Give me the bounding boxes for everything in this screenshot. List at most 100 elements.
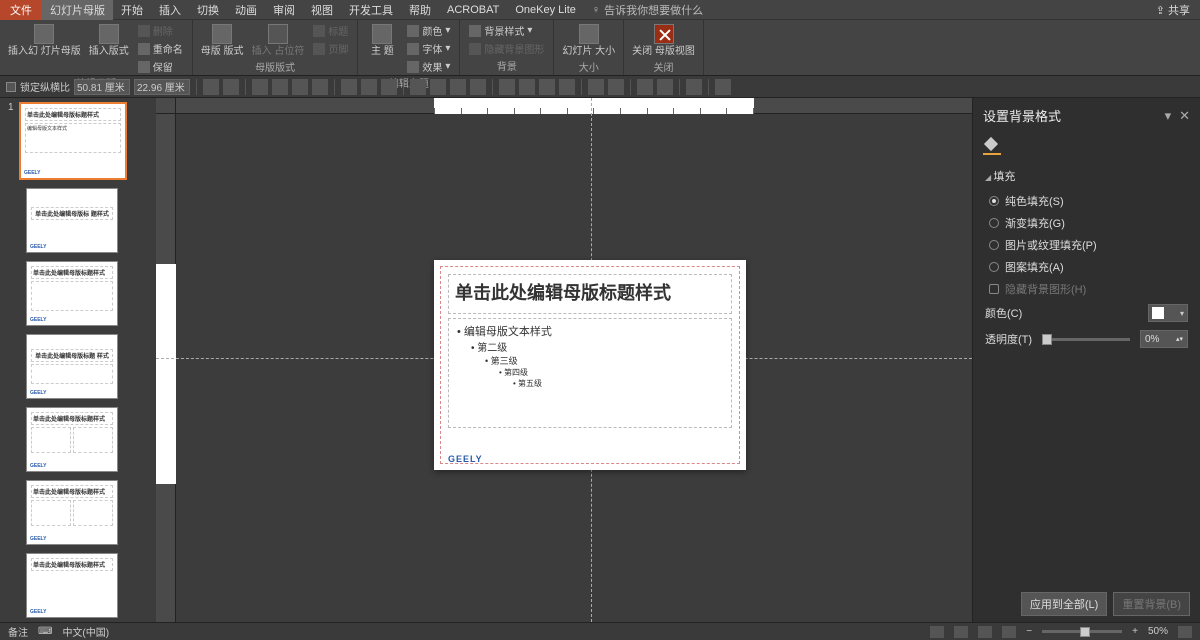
insert-slide-master-button[interactable]: 插入幻 灯片母版: [6, 22, 83, 59]
tool-icon[interactable]: [470, 79, 486, 95]
zoom-value[interactable]: 50%: [1148, 626, 1168, 637]
radio-icon: [989, 218, 999, 228]
transparency-slider[interactable]: [1042, 338, 1130, 341]
title-placeholder[interactable]: 单击此处编辑母版标题样式: [448, 274, 732, 314]
layout-thumbnail[interactable]: 单击此处编辑母版标 题样式GEELY: [26, 188, 148, 253]
panel-dropdown-icon[interactable]: ▾: [1165, 108, 1172, 124]
tab-insert[interactable]: 插入: [151, 0, 189, 20]
solid-fill-radio[interactable]: 纯色填充(S): [985, 190, 1188, 212]
tool-icon[interactable]: [637, 79, 653, 95]
apply-all-button[interactable]: 应用到全部(L): [1021, 592, 1107, 616]
slide-size-button[interactable]: 幻灯片 大小: [560, 22, 617, 59]
tool-icon[interactable]: [539, 79, 555, 95]
ribbon-group-edit-master: 插入幻 灯片母版 插入版式 删除 重命名 保留 编辑母版: [0, 20, 193, 75]
layout-thumbnail[interactable]: 单击此处编辑母版标题样式GEELY: [26, 407, 148, 472]
tab-animations[interactable]: 动画: [227, 0, 265, 20]
tab-transitions[interactable]: 切换: [189, 0, 227, 20]
tool-icon[interactable]: [559, 79, 575, 95]
picture-fill-radio[interactable]: 图片或纹理填充(P): [985, 234, 1188, 256]
status-notes[interactable]: 备注: [8, 624, 28, 639]
tab-view[interactable]: 视图: [303, 0, 341, 20]
tool-icon[interactable]: [292, 79, 308, 95]
themes-button[interactable]: 主 题: [364, 22, 400, 59]
color-picker-button[interactable]: ▾: [1148, 304, 1188, 322]
tool-icon[interactable]: [381, 79, 397, 95]
tab-review[interactable]: 审阅: [265, 0, 303, 20]
tool-icon[interactable]: [499, 79, 515, 95]
effects-button[interactable]: 效果 ▾: [404, 58, 453, 75]
view-normal-icon[interactable]: [930, 626, 944, 638]
group-background-label: 背景: [466, 58, 547, 73]
tool-icon[interactable]: [341, 79, 357, 95]
tool-icon[interactable]: [252, 79, 268, 95]
tool-icon[interactable]: [715, 79, 731, 95]
tool-icon[interactable]: [608, 79, 624, 95]
hide-bg-graphics-checkbox: 隐藏背景图形(H): [985, 278, 1188, 300]
tool-icon[interactable]: [519, 79, 535, 95]
tool-icon[interactable]: [686, 79, 702, 95]
tab-slide-master[interactable]: 幻灯片母版: [42, 0, 113, 20]
fit-window-icon[interactable]: [1178, 626, 1192, 638]
layout-thumbnail[interactable]: 单击此处编辑母版标题样式GEELY: [26, 480, 148, 545]
layout-thumbnail[interactable]: 单击此处编辑母版标题样式GEELY: [26, 261, 148, 326]
status-language[interactable]: 中文(中国): [62, 624, 109, 639]
redo-icon[interactable]: [223, 79, 239, 95]
undo-icon[interactable]: [203, 79, 219, 95]
slider-thumb[interactable]: [1080, 627, 1090, 637]
layout-thumbnail[interactable]: 单击此处编辑母版标题样式GEELY: [26, 553, 148, 618]
fill-bucket-icon[interactable]: [983, 137, 1001, 155]
tab-acrobat[interactable]: ACROBAT: [439, 0, 507, 20]
zoom-slider[interactable]: [1042, 630, 1122, 633]
rename-button[interactable]: 重命名: [135, 40, 186, 57]
preserve-button[interactable]: 保留: [135, 58, 186, 75]
file-tab[interactable]: 文件: [0, 0, 42, 20]
share-button[interactable]: ⇪ 共享: [1146, 2, 1200, 18]
thumb-body: [31, 500, 71, 526]
master-layout-button[interactable]: 母版 版式: [199, 22, 246, 59]
zoom-out-button[interactable]: −: [1026, 626, 1032, 637]
width-input[interactable]: 50.81 厘米: [74, 79, 130, 95]
panel-close-icon[interactable]: ✕: [1179, 108, 1190, 124]
panel-body: 填充 纯色填充(S) 渐变填充(G) 图片或纹理填充(P) 图案填充(A) 隐藏…: [973, 162, 1200, 358]
tab-home[interactable]: 开始: [113, 0, 151, 20]
slide-master[interactable]: 单击此处编辑母版标题样式 编辑母版文本样式 第二级 第三级 第四级 第五级 GE…: [434, 260, 746, 470]
zoom-in-button[interactable]: +: [1132, 626, 1138, 637]
view-reading-icon[interactable]: [978, 626, 992, 638]
colors-button[interactable]: 颜色 ▾: [404, 22, 453, 39]
tool-icon[interactable]: [450, 79, 466, 95]
lock-ratio-checkbox[interactable]: [6, 82, 16, 92]
tool-icon[interactable]: [588, 79, 604, 95]
fonts-button[interactable]: 字体 ▾: [404, 40, 453, 57]
insert-layout-button[interactable]: 插入版式: [87, 22, 131, 59]
pattern-fill-radio[interactable]: 图案填充(A): [985, 256, 1188, 278]
close-master-view-button[interactable]: 关闭 母版视图: [630, 22, 697, 59]
bg-styles-button[interactable]: 背景样式 ▾: [466, 22, 547, 39]
tool-icon[interactable]: [272, 79, 288, 95]
layout-thumbnail[interactable]: 单击此处编辑母版标题 样式GEELY: [26, 334, 148, 399]
tab-developer[interactable]: 开发工具: [341, 0, 401, 20]
delete-button: 删除: [135, 22, 186, 39]
chevron-down-icon: ▾: [1180, 309, 1184, 318]
preserve-icon: [138, 61, 150, 73]
tool-icon[interactable]: [312, 79, 328, 95]
tool-icon[interactable]: [361, 79, 377, 95]
tab-onekey[interactable]: OneKey Lite: [507, 0, 584, 20]
slider-thumb[interactable]: [1042, 334, 1052, 345]
fill-section-header[interactable]: 填充: [985, 168, 1188, 184]
tell-me-search[interactable]: ♀ 告诉我你想要做什么: [584, 2, 711, 18]
spinner-icon[interactable]: ▴▾: [1176, 335, 1183, 343]
slide-canvas-area[interactable]: 单击此处编辑母版标题样式 编辑母版文本样式 第二级 第三级 第四级 第五级 GE…: [156, 98, 972, 622]
height-input[interactable]: 22.96 厘米: [134, 79, 190, 95]
view-slideshow-icon[interactable]: [1002, 626, 1016, 638]
body-level-2: 第二级: [457, 339, 723, 354]
tool-icon[interactable]: [410, 79, 426, 95]
gradient-fill-radio[interactable]: 渐变填充(G): [985, 212, 1188, 234]
transparency-input[interactable]: 0%▴▾: [1140, 330, 1188, 348]
thumbnail-panel[interactable]: 1 单击此处编辑母版标题样式 编辑母版文本样式 GEELY 单击此处编辑母版标 …: [0, 98, 156, 622]
view-sorter-icon[interactable]: [954, 626, 968, 638]
tool-icon[interactable]: [430, 79, 446, 95]
body-placeholder[interactable]: 编辑母版文本样式 第二级 第三级 第四级 第五级: [448, 318, 732, 428]
tool-icon[interactable]: [657, 79, 673, 95]
master-thumbnail[interactable]: 1 单击此处编辑母版标题样式 编辑母版文本样式 GEELY: [8, 102, 148, 180]
tab-help[interactable]: 帮助: [401, 0, 439, 20]
